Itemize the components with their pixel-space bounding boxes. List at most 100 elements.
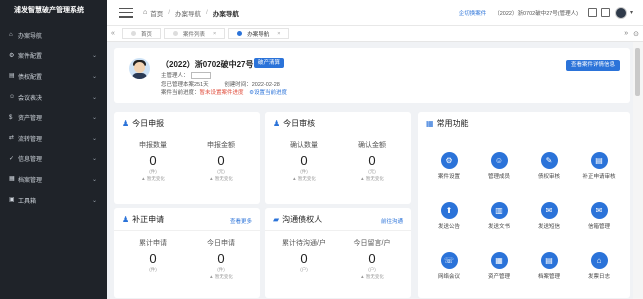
close-icon[interactable]: × xyxy=(213,31,216,37)
toolbox-icon: ▣ xyxy=(9,197,15,204)
tabs-scroll-left-icon[interactable]: « xyxy=(107,30,119,37)
set-progress-link[interactable]: ⚙设置当前进度 xyxy=(249,90,287,96)
function-mailbox-button[interactable]: ✉ 信箱管理 xyxy=(574,202,624,230)
asset-icon: ▦ xyxy=(490,252,508,269)
members-icon: ☺ xyxy=(490,152,508,169)
case-progress-label: 案件当前进度： xyxy=(161,90,200,96)
people-icon: ☺ xyxy=(9,94,16,101)
panel-title: ♟ 今日申报 xyxy=(122,119,165,128)
breadcrumb-item[interactable]: 首页 xyxy=(150,8,163,18)
function-invoice-button[interactable]: ⌂ 发票日志 xyxy=(574,252,624,280)
chevron-down-icon: ⌄ xyxy=(91,197,97,204)
breadcrumb-item[interactable]: 办案导航 xyxy=(175,8,201,18)
function-audit-button[interactable]: ✎ 债权审核 xyxy=(524,152,574,180)
view-more-link[interactable]: 查看更多 xyxy=(230,217,252,225)
grid-icon: ▦ xyxy=(426,119,434,128)
tab-dot xyxy=(131,31,136,36)
communicate-panel: ▰ 沟通债权人 前往沟通 累计待沟通/户 0 (户) 今日留言/户 0 (户) ▲… xyxy=(265,208,411,298)
function-announce-button[interactable]: ⬆ 发送公告 xyxy=(424,202,474,230)
sidebar-item-label: 信息管理 xyxy=(18,157,43,164)
app-logo: 浦发智慧破产管理系统 xyxy=(14,7,84,14)
stat-report-amount: 申报金额 0 (元) ▲ 暂无变化 xyxy=(207,142,235,181)
tabs-actions: » ⊙ xyxy=(619,30,643,38)
sidebar-item-label: 会议表决 xyxy=(18,95,43,102)
scrollbar[interactable] xyxy=(633,42,643,299)
case-detail-button[interactable]: 查看案件详情信息 xyxy=(565,60,620,71)
scrollbar-thumb[interactable] xyxy=(635,48,640,96)
top-bar: ⌂ 首页 / 办案导航 / 办案导航 企切换案件 （2022）浙0702破中27… xyxy=(107,0,643,26)
sidebar-item-archive-mgmt[interactable]: ▦ 档案管理 ⌄ xyxy=(0,169,107,190)
tabs-scroll-right-icon[interactable]: » xyxy=(624,30,628,37)
fullscreen-icon[interactable] xyxy=(587,8,597,17)
function-document-button[interactable]: ▥ 发送文书 xyxy=(474,202,524,230)
switch-case-link[interactable]: 企切换案件 xyxy=(459,9,487,17)
sidebar-item-toolbox[interactable]: ▣ 工具箱 ⌄ xyxy=(0,190,107,211)
tabs-bar: « 首页 案件列表 × 办案导航 × » ⊙ xyxy=(107,26,643,42)
chevron-down-icon: ⌄ xyxy=(91,73,97,80)
tab-home[interactable]: 首页 xyxy=(122,28,162,39)
tabs-menu-icon[interactable]: ⊙ xyxy=(633,30,639,38)
function-sms-button[interactable]: ✉ 发送短信 xyxy=(524,202,574,230)
function-archive-button[interactable]: ▤ 档案管理 xyxy=(524,252,574,280)
sidebar-item-claim-config[interactable]: ▤ 债权配置 ⌄ xyxy=(0,66,107,87)
archive-icon: ▤ xyxy=(540,252,558,269)
tab-case-list[interactable]: 案件列表 × xyxy=(164,28,226,39)
case-days-row: 您已管理本案251天 创建时间：2022-02-28 xyxy=(161,80,280,88)
breadcrumb: ⌂ 首页 / 办案导航 / 办案导航 xyxy=(143,8,239,18)
case-manager: 主管理人： xyxy=(161,71,211,80)
stat-review-count: 确认数量 0 (件) ▲ 暂无变化 xyxy=(290,142,318,181)
audit-icon: ✎ xyxy=(540,152,558,169)
chevron-down-icon: ⌄ xyxy=(91,94,97,101)
case-manager-label: 主管理人： xyxy=(161,73,189,79)
stat-pending-communication: 累计待沟通/户 0 (户) xyxy=(282,240,326,272)
go-communicate-link[interactable]: 前往沟通 xyxy=(381,217,403,225)
archive-icon: ▦ xyxy=(9,176,15,183)
common-functions-panel: ▦ 常用功能 ⚙ 案件设置 ☺ 管理成员 ✎ 债权审核 ▤ 补正申请审核 ⬆ 发送公告 ▥ 发送文书 ✉ 发… xyxy=(418,112,630,298)
stat-supplement-total: 累计申请 0 (件) xyxy=(139,240,167,272)
main-content: （2022）浙0702破中27号 破产清算 主管理人： 您已管理本案251天 创… xyxy=(114,48,630,299)
flow-icon: ⇄ xyxy=(9,135,15,142)
panel-title: ▰ 沟通债权人 xyxy=(273,215,323,224)
sidebar-item-meeting-vote[interactable]: ☺ 会议表决 ⌄ xyxy=(0,87,107,108)
invoice-icon: ⌂ xyxy=(590,252,608,269)
chevron-down-icon: ⌄ xyxy=(91,176,97,183)
sms-icon: ✉ xyxy=(540,202,558,219)
tab-dot xyxy=(173,31,179,36)
function-settings-button[interactable]: ⚙ 案件设置 xyxy=(424,152,474,180)
function-asset-button[interactable]: ▦ 资产管理 xyxy=(474,252,524,280)
sidebar-item-label: 案件配置 xyxy=(18,54,43,61)
tab-case-nav[interactable]: 办案导航 × xyxy=(228,28,290,39)
function-review-button[interactable]: ▤ 补正申请审核 xyxy=(574,152,624,180)
announce-icon: ⬆ xyxy=(440,202,458,219)
sidebar-item-label: 档案管理 xyxy=(18,177,43,184)
sidebar-item-case-config[interactable]: ⚙ 案件配置 ⌄ xyxy=(0,46,107,67)
case-progress-value: 暂未设置案件进度 xyxy=(199,90,244,96)
sidebar-item-info-mgmt[interactable]: ✓ 信息管理 ⌄ xyxy=(0,149,107,170)
chevron-down-icon: ⌄ xyxy=(91,115,97,122)
meeting-icon: ☏ xyxy=(440,252,458,269)
function-label: 发票日志 xyxy=(587,274,610,280)
avatar[interactable] xyxy=(614,6,627,19)
app-root: 浦发智慧破产管理系统 ⌂ 办案导航 ⚙ 案件配置 ⌄ ▤ 债权配置 ⌄ ☺ 会议… xyxy=(0,0,643,299)
message-icon[interactable] xyxy=(600,8,610,17)
header-actions: 企切换案件 （2022）浙0702破中27号(管理人) ▾ xyxy=(459,6,643,19)
sidebar-item-label: 债权配置 xyxy=(18,74,43,81)
function-label: 管理成员 xyxy=(487,174,510,180)
check-icon: ✓ xyxy=(9,155,15,162)
chevron-down-icon[interactable]: ▾ xyxy=(630,9,633,16)
function-meeting-button[interactable]: ☏ 网络会议 xyxy=(424,252,474,280)
today-review-panel: ♟ 今日审核 确认数量 0 (件) ▲ 暂无变化 确认金额 0 (元) ▲ 暂无变… xyxy=(265,112,411,204)
home-icon: ⌂ xyxy=(143,9,148,16)
close-icon[interactable]: × xyxy=(277,31,280,37)
menu-toggle-icon[interactable] xyxy=(119,7,133,18)
user-icon: ♟ xyxy=(273,119,281,128)
user-icon: ♟ xyxy=(122,119,130,128)
sidebar-item-asset-mgmt[interactable]: $ 资产管理 ⌄ xyxy=(0,107,107,128)
mailbox-icon: ✉ xyxy=(590,202,608,219)
avatar xyxy=(129,58,150,79)
supplement-panel: ♟ 补正申请 查看更多 累计申请 0 (件) 今日申请 0 (件) ▲ 暂无变化 xyxy=(114,208,260,298)
function-members-button[interactable]: ☺ 管理成员 xyxy=(474,152,524,180)
sidebar-item-case-nav[interactable]: ⌂ 办案导航 xyxy=(0,25,107,46)
sidebar-item-flow-mgmt[interactable]: ⇄ 流转管理 ⌄ xyxy=(0,128,107,149)
function-label: 信箱管理 xyxy=(587,224,610,230)
